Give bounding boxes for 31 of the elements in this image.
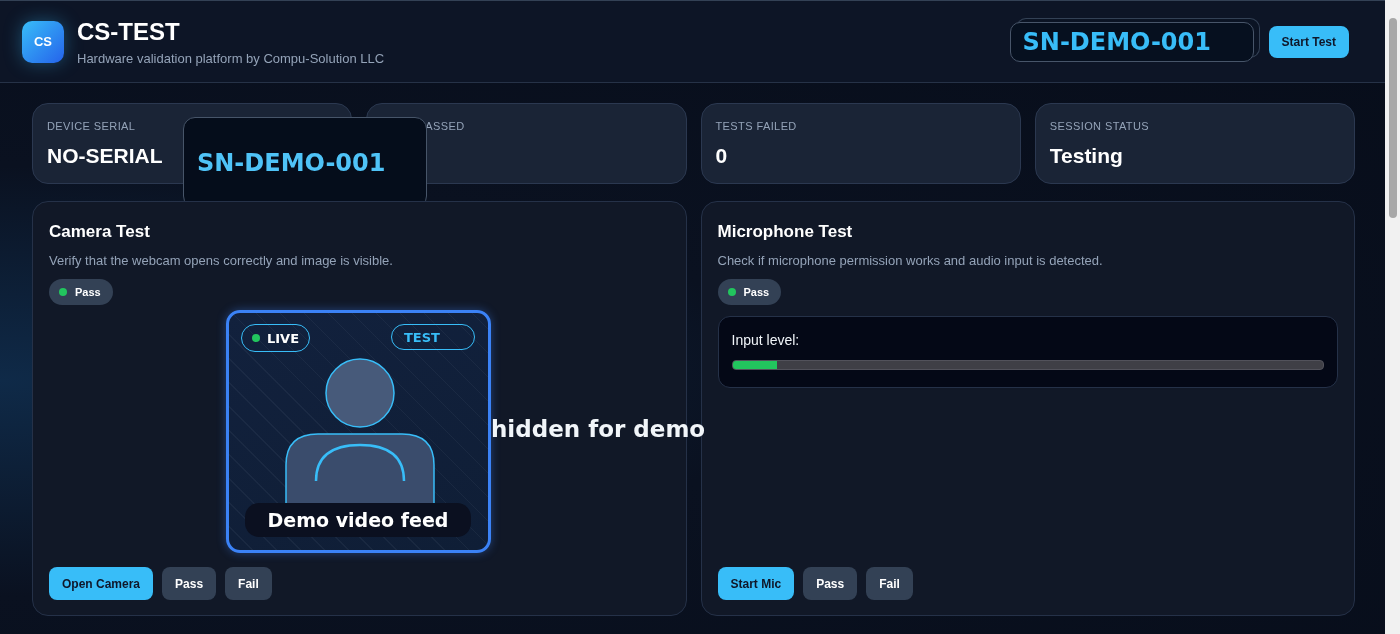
card-description: Verify that the webcam opens correctly and image is visible.: [49, 253, 394, 268]
stat-value: Testing: [1049, 144, 1123, 168]
action-button[interactable]: Fail: [866, 567, 913, 600]
action-button[interactable]: Pass: [803, 567, 858, 600]
card-description: Check if microphone permission works and audio input is detected.: [717, 253, 1104, 268]
status-dot: [59, 288, 67, 296]
stat-label: ASSED: [425, 120, 466, 132]
card-title: Microphone Test: [717, 222, 854, 242]
start-test-button[interactable]: Start Test: [1268, 25, 1349, 58]
status-label: Pass: [75, 286, 101, 298]
stat-label: SESSION STATUS: [1049, 120, 1151, 132]
app-title: CS-TEST: [77, 17, 181, 46]
meter-label: Input level:: [731, 332, 801, 348]
status-dot: [727, 288, 736, 296]
video-caption: Demo video feed: [245, 503, 471, 537]
action-button[interactable]: Pass: [162, 567, 217, 600]
live-label: LIVE: [267, 330, 300, 346]
stat-label: TESTS FAILED: [715, 120, 798, 132]
overlay-text: hidden for demo: [491, 416, 706, 442]
logo: CS: [22, 20, 64, 63]
stat-value: 0: [715, 144, 728, 168]
status-label: Pass: [743, 286, 770, 298]
action-button[interactable]: Open Camera: [49, 567, 154, 600]
app-subtitle: Hardware validation platform by Compu-Solution LLC: [77, 50, 386, 66]
stat-label: DEVICE SERIAL: [47, 120, 137, 132]
stat-value: NO-SERIAL: [47, 144, 163, 168]
live-dot: [252, 334, 260, 342]
action-button[interactable]: Fail: [225, 567, 272, 600]
action-button[interactable]: Start Mic: [717, 567, 795, 600]
scrollbar[interactable]: [1385, 0, 1400, 634]
card-title: Camera Test: [49, 222, 151, 242]
